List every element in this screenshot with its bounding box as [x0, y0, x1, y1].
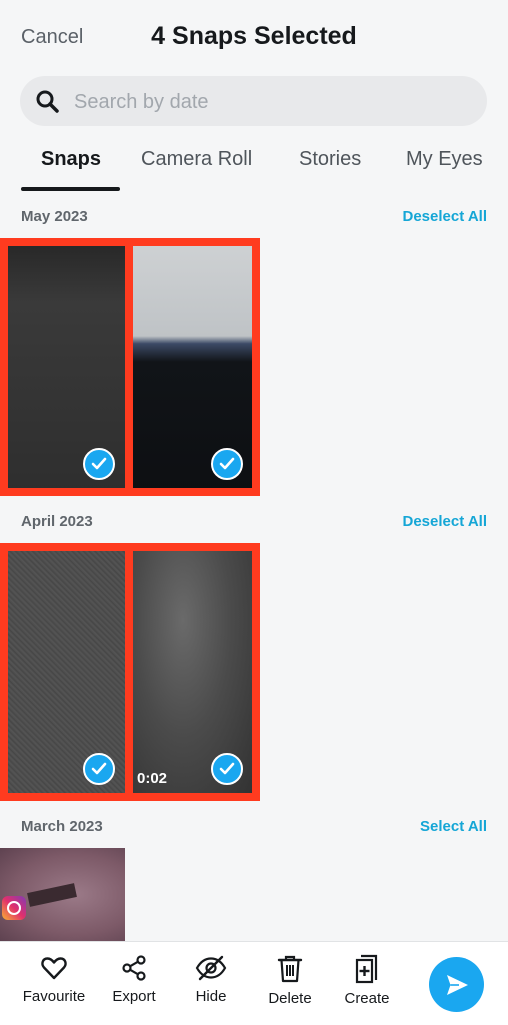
selected-check-icon — [211, 753, 243, 785]
section-title-march-2023: March 2023 — [21, 818, 103, 835]
tab-snaps[interactable]: Snaps — [41, 148, 101, 171]
create-button[interactable]: Create — [327, 954, 407, 1007]
tab-camera-roll[interactable]: Camera Roll — [141, 148, 252, 171]
share-icon — [122, 955, 146, 981]
hide-label: Hide — [195, 988, 227, 1005]
page-title: 4 Snaps Selected — [151, 22, 357, 50]
instagram-logo-icon — [2, 896, 26, 920]
favourite-button[interactable]: Favourite — [14, 954, 94, 1005]
snap-thumbnail[interactable]: 0:02 — [133, 543, 258, 801]
video-duration: 0:02 — [137, 770, 168, 787]
active-tab-indicator — [21, 187, 120, 191]
section-title-april-2023: April 2023 — [21, 513, 93, 530]
deselect-all-may-button[interactable]: Deselect All — [403, 208, 488, 225]
create-icon — [355, 954, 378, 984]
send-button[interactable] — [429, 957, 484, 1012]
selected-check-icon — [211, 448, 243, 480]
selected-check-icon — [83, 448, 115, 480]
search-bar[interactable] — [20, 76, 487, 126]
header: Cancel 4 Snaps Selected — [0, 0, 508, 76]
snap-thumbnail[interactable] — [133, 238, 258, 496]
eye-off-icon — [195, 955, 227, 981]
snap-thumbnail[interactable] — [0, 848, 125, 941]
section-title-may-2023: May 2023 — [21, 208, 88, 225]
search-input[interactable] — [72, 84, 476, 120]
create-label: Create — [344, 990, 390, 1007]
search-icon — [36, 90, 59, 113]
delete-button[interactable]: Delete — [250, 954, 330, 1007]
selected-check-icon — [83, 753, 115, 785]
export-label: Export — [112, 988, 156, 1005]
snap-thumbnail[interactable] — [0, 543, 125, 801]
export-button[interactable]: Export — [94, 954, 174, 1005]
select-all-march-button[interactable]: Select All — [420, 818, 487, 835]
tab-my-eyes[interactable]: My Eyes — [406, 148, 483, 171]
snap-thumbnail[interactable] — [0, 238, 125, 496]
deselect-all-april-button[interactable]: Deselect All — [403, 513, 488, 530]
hide-button[interactable]: Hide — [171, 954, 251, 1005]
delete-label: Delete — [268, 990, 312, 1007]
bottom-action-bar: Favourite Export Hide Delete Create — [0, 941, 508, 1025]
favourite-label: Favourite — [22, 988, 86, 1005]
send-icon — [447, 975, 468, 995]
trash-icon — [277, 955, 303, 983]
tab-bar: Snaps Camera Roll Stories My Eyes — [0, 140, 508, 192]
screen-label-graphic — [27, 883, 77, 907]
tab-stories[interactable]: Stories — [299, 148, 361, 171]
heart-icon — [41, 957, 67, 980]
